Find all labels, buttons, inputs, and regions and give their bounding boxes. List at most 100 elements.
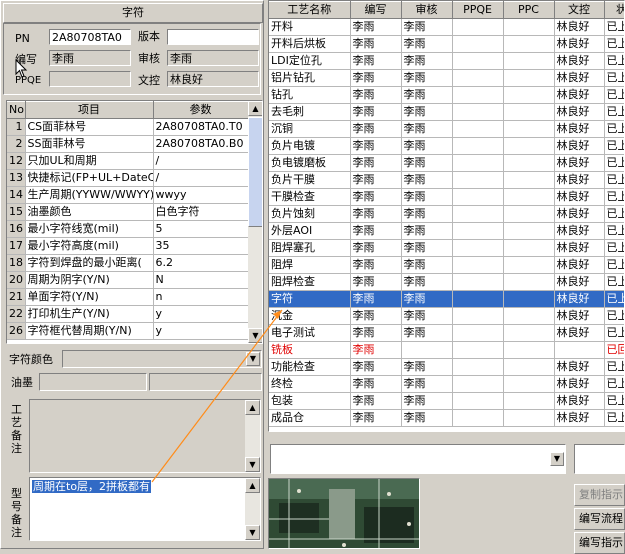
cell-status[interactable]: 已上 <box>604 358 624 376</box>
cell-ppc[interactable] <box>503 52 555 70</box>
cell-status[interactable]: 已上 <box>604 409 624 427</box>
cell-process-name[interactable]: 终检 <box>269 375 351 393</box>
cell-ppqe[interactable] <box>452 188 504 206</box>
cell-reviewer[interactable]: 李雨 <box>401 52 453 70</box>
cell-author[interactable]: 李雨 <box>350 358 402 376</box>
cell-status[interactable]: 已上 <box>604 188 624 206</box>
cell-status[interactable]: 已上 <box>604 290 624 308</box>
params-row[interactable]: 1 CS面菲林号 2A80708TA0.T0 <box>7 118 249 136</box>
cell-doc-control[interactable]: 林良好 <box>554 290 605 308</box>
cell-reviewer[interactable]: 李雨 <box>401 86 453 104</box>
cell-ppqe[interactable] <box>452 307 504 325</box>
process-row[interactable]: 阻焊检查李雨李雨林良好已上 <box>269 273 624 291</box>
param-item[interactable]: CS面菲林号 <box>25 118 154 136</box>
cell-ppc[interactable] <box>503 120 555 138</box>
cell-status[interactable]: 已上 <box>604 307 624 325</box>
process-row[interactable]: 负电镀磨板李雨李雨林良好已上 <box>269 154 624 172</box>
params-row[interactable]: 12 只加UL和周期 / <box>7 152 249 170</box>
param-value[interactable]: 2A80708TA0.T0 <box>153 118 249 136</box>
cell-ppqe[interactable] <box>452 103 504 121</box>
cell-ppc[interactable] <box>503 239 555 257</box>
param-no[interactable]: 22 <box>7 305 26 323</box>
cell-ppc[interactable] <box>503 137 555 155</box>
cell-reviewer[interactable]: 李雨 <box>401 188 453 206</box>
cell-ppc[interactable] <box>503 69 555 87</box>
process-row[interactable]: 钻孔李雨李雨林良好已上 <box>269 86 624 104</box>
cell-reviewer[interactable] <box>401 341 453 359</box>
param-no[interactable]: 18 <box>7 254 26 272</box>
cell-author[interactable]: 李雨 <box>350 171 402 189</box>
col-ppc[interactable]: PPC <box>503 1 555 19</box>
cell-doc-control[interactable]: 林良好 <box>554 103 605 121</box>
scroll-up-icon[interactable]: ▲ <box>248 101 262 116</box>
cell-process-name[interactable]: 干膜检查 <box>269 188 351 206</box>
scroll-up-icon[interactable]: ▲ <box>245 400 260 415</box>
write-instruction-button[interactable]: 编写指示 <box>574 532 625 554</box>
param-item[interactable]: 字符到焊盘的最小距离( <box>25 254 154 272</box>
cell-author[interactable]: 李雨 <box>350 290 402 308</box>
param-no[interactable]: 15 <box>7 203 26 221</box>
cell-ppqe[interactable] <box>452 154 504 172</box>
cell-ppqe[interactable] <box>452 205 504 223</box>
cell-process-name[interactable]: 阻焊 <box>269 256 351 274</box>
params-row[interactable]: 2 SS面菲林号 2A80708TA0.B0 <box>7 135 249 153</box>
cell-process-name[interactable]: 沉金 <box>269 307 351 325</box>
cell-process-name[interactable]: 阻焊检查 <box>269 273 351 291</box>
cell-doc-control[interactable]: 林良好 <box>554 256 605 274</box>
process-row[interactable]: 铝片钻孔李雨李雨林良好已上 <box>269 69 624 87</box>
doc-control-field[interactable]: 林良好 <box>167 71 259 87</box>
cell-reviewer[interactable]: 李雨 <box>401 256 453 274</box>
param-value[interactable]: 6.2 <box>153 254 249 272</box>
process-row[interactable]: 功能检查李雨李雨林良好已上 <box>269 358 624 376</box>
param-no[interactable]: 20 <box>7 271 26 289</box>
cell-status[interactable]: 已上 <box>604 205 624 223</box>
scroll-down-icon[interactable]: ▼ <box>248 328 262 343</box>
cell-process-name[interactable]: 成品仓 <box>269 409 351 427</box>
param-value[interactable]: 35 <box>153 237 249 255</box>
param-item[interactable]: 周期为阴字(Y/N) <box>25 271 154 289</box>
cell-author[interactable]: 李雨 <box>350 392 402 410</box>
cell-process-name[interactable]: 开料后烘板 <box>269 35 351 53</box>
cell-process-name[interactable]: 外层AOI <box>269 222 351 240</box>
cell-process-name[interactable]: 阻焊塞孔 <box>269 239 351 257</box>
cell-ppc[interactable] <box>503 375 555 393</box>
process-row[interactable]: 干膜检查李雨李雨林良好已上 <box>269 188 624 206</box>
cell-author[interactable]: 李雨 <box>350 52 402 70</box>
cell-author[interactable]: 李雨 <box>350 205 402 223</box>
param-item[interactable]: 字符框代替周期(Y/N) <box>25 322 154 340</box>
cell-process-name[interactable]: 铝片钻孔 <box>269 69 351 87</box>
cell-doc-control[interactable]: 林良好 <box>554 222 605 240</box>
ink-field-1[interactable] <box>39 373 147 391</box>
process-row[interactable]: 开料后烘板李雨李雨林良好已上 <box>269 35 624 53</box>
cell-process-name[interactable]: 电子测试 <box>269 324 351 342</box>
params-header-value[interactable]: 参数 <box>153 101 249 119</box>
param-value[interactable]: / <box>153 169 249 187</box>
param-value[interactable]: y <box>153 305 249 323</box>
params-scrollbar[interactable]: ▲ ▼ <box>248 101 262 343</box>
param-value[interactable]: 白色字符 <box>153 203 249 221</box>
params-row[interactable]: 21 单面字符(Y/N) n <box>7 288 249 306</box>
params-header-item[interactable]: 项目 <box>25 101 154 119</box>
cell-status[interactable]: 已上 <box>604 35 624 53</box>
pn-field[interactable]: 2A80708TA0 <box>49 29 131 45</box>
cell-ppqe[interactable] <box>452 409 504 427</box>
cell-doc-control[interactable]: 林良好 <box>554 273 605 291</box>
cell-status[interactable]: 已回 <box>604 341 624 359</box>
scroll-up-icon[interactable]: ▲ <box>245 478 260 493</box>
param-value[interactable]: N <box>153 271 249 289</box>
cell-author[interactable]: 李雨 <box>350 324 402 342</box>
param-item[interactable]: 快捷标记(FP+UL+DateCo <box>25 169 154 187</box>
process-row[interactable]: 电子测试李雨李雨林良好已上 <box>269 324 624 342</box>
cell-reviewer[interactable]: 李雨 <box>401 103 453 121</box>
char-color-select[interactable]: ▼ <box>62 350 262 368</box>
cell-status[interactable]: 已上 <box>604 375 624 393</box>
process-row[interactable]: 去毛刺李雨李雨林良好已上 <box>269 103 624 121</box>
cell-process-name[interactable]: 去毛刺 <box>269 103 351 121</box>
process-row[interactable]: 负片干膜李雨李雨林良好已上 <box>269 171 624 189</box>
cell-ppc[interactable] <box>503 103 555 121</box>
param-item[interactable]: SS面菲林号 <box>25 135 154 153</box>
cell-ppc[interactable] <box>503 392 555 410</box>
col-reviewer[interactable]: 审核 <box>401 1 453 19</box>
cell-doc-control[interactable]: 林良好 <box>554 307 605 325</box>
params-header-no[interactable]: No <box>7 101 26 119</box>
